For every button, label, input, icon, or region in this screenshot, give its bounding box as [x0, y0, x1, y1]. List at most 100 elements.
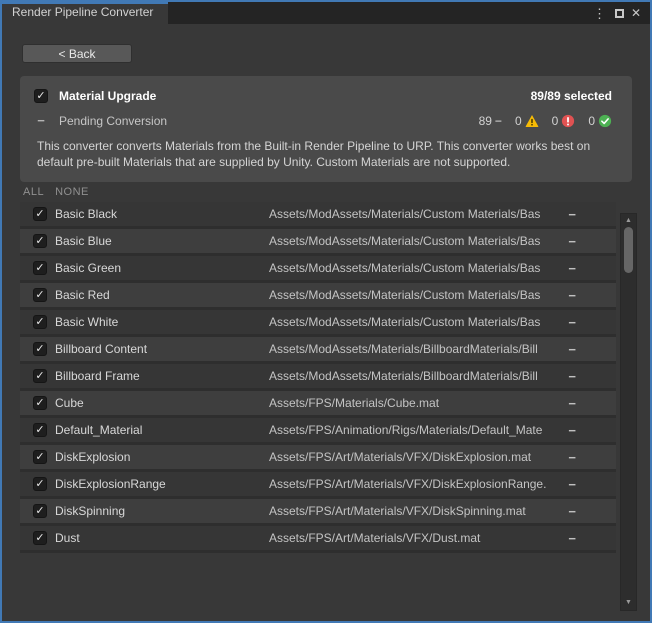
- material-name: Basic Blue: [55, 234, 269, 248]
- render-pipeline-converter-window: Render Pipeline Converter ⋮ ✕ < Back ✓ M…: [0, 0, 652, 623]
- material-name: Basic Green: [55, 261, 269, 275]
- material-checkbox[interactable]: ✓: [33, 423, 47, 437]
- material-row[interactable]: ✓ Dust Assets/FPS/Art/Materials/VFX/Dust…: [20, 526, 616, 553]
- material-name: Billboard Frame: [55, 369, 269, 383]
- material-row[interactable]: ✓ Billboard Frame Assets/ModAssets/Mater…: [20, 364, 616, 391]
- pending-count-group: 89 −: [479, 114, 502, 128]
- material-row[interactable]: ✓ DiskExplosionRange Assets/FPS/Art/Mate…: [20, 472, 616, 499]
- success-icon: [598, 114, 612, 128]
- warning-count-group: 0: [515, 114, 539, 128]
- success-count-group: 0: [588, 114, 612, 128]
- titlebar: Render Pipeline Converter ⋮ ✕: [2, 2, 650, 24]
- pending-conversion-label: Pending Conversion: [59, 114, 167, 128]
- material-status-icon: −: [568, 207, 576, 222]
- material-name: Default_Material: [55, 423, 269, 437]
- select-all-button[interactable]: ALL: [23, 186, 44, 198]
- scroll-up-icon[interactable]: ▲: [621, 216, 636, 226]
- material-row[interactable]: ✓ Basic Green Assets/ModAssets/Materials…: [20, 256, 616, 283]
- material-status-icon: −: [568, 396, 576, 411]
- material-name: Cube: [55, 396, 269, 410]
- material-checkbox[interactable]: ✓: [33, 315, 47, 329]
- material-status-icon: −: [568, 369, 576, 384]
- list-scrollbar[interactable]: ▲ ▼: [620, 213, 637, 611]
- scroll-down-icon[interactable]: ▼: [621, 598, 636, 608]
- material-checkbox[interactable]: ✓: [33, 531, 47, 545]
- material-row[interactable]: ✓ Billboard Content Assets/ModAssets/Mat…: [20, 337, 616, 364]
- material-row[interactable]: ✓ DiskSpinning Assets/FPS/Art/Materials/…: [20, 499, 616, 526]
- material-row[interactable]: ✓ Basic Red Assets/ModAssets/Materials/C…: [20, 283, 616, 310]
- error-icon: [561, 114, 575, 128]
- window-controls: ⋮ ✕: [591, 2, 650, 24]
- material-checkbox[interactable]: ✓: [33, 234, 47, 248]
- materials-list: ✓ Basic Black Assets/ModAssets/Materials…: [20, 202, 616, 553]
- material-checkbox[interactable]: ✓: [33, 396, 47, 410]
- pending-row: − Pending Conversion 89 − 0: [34, 113, 612, 128]
- list-controls: ALL NONE: [23, 186, 650, 198]
- material-row[interactable]: ✓ Basic Black Assets/ModAssets/Materials…: [20, 202, 616, 229]
- material-status-icon: −: [568, 423, 576, 438]
- success-count: 0: [588, 114, 595, 128]
- converter-name: Material Upgrade: [59, 89, 156, 103]
- maximize-icon[interactable]: [615, 9, 624, 18]
- window-menu-icon[interactable]: ⋮: [591, 7, 608, 20]
- pending-status-icon: −: [495, 114, 502, 128]
- material-status-icon: −: [568, 288, 576, 303]
- material-checkbox[interactable]: ✓: [33, 369, 47, 383]
- material-path: Assets/ModAssets/Materials/Custom Materi…: [269, 207, 568, 221]
- tab-render-pipeline-converter[interactable]: Render Pipeline Converter: [2, 2, 168, 24]
- material-path: Assets/ModAssets/Materials/Custom Materi…: [269, 315, 568, 329]
- material-name: DiskExplosion: [55, 450, 269, 464]
- error-count: 0: [552, 114, 559, 128]
- material-status-icon: −: [568, 450, 576, 465]
- material-name: Dust: [55, 531, 269, 545]
- pending-count: 89: [479, 114, 492, 128]
- material-checkbox[interactable]: ✓: [33, 504, 47, 518]
- material-path: Assets/FPS/Art/Materials/VFX/DiskSpinnin…: [269, 504, 568, 518]
- select-none-button[interactable]: NONE: [55, 186, 89, 198]
- material-status-icon: −: [568, 531, 576, 546]
- material-checkbox[interactable]: ✓: [33, 207, 47, 221]
- warning-icon: [525, 114, 539, 128]
- material-status-icon: −: [568, 504, 576, 519]
- titlebar-spacer: [168, 2, 591, 24]
- warning-count: 0: [515, 114, 522, 128]
- material-path: Assets/FPS/Art/Materials/VFX/Dust.mat: [269, 531, 568, 545]
- material-status-icon: −: [568, 261, 576, 276]
- material-row[interactable]: ✓ Default_Material Assets/FPS/Animation/…: [20, 418, 616, 445]
- error-count-group: 0: [552, 114, 576, 128]
- back-button[interactable]: < Back: [22, 44, 132, 63]
- pending-dash-icon: −: [34, 113, 48, 128]
- material-row[interactable]: ✓ Cube Assets/FPS/Materials/Cube.mat −: [20, 391, 616, 418]
- material-path: Assets/FPS/Art/Materials/VFX/DiskExplosi…: [269, 477, 568, 491]
- close-icon[interactable]: ✕: [631, 7, 641, 19]
- material-checkbox[interactable]: ✓: [33, 288, 47, 302]
- scrollbar-thumb[interactable]: [624, 227, 633, 273]
- status-counts: 89 − 0 0: [470, 114, 612, 128]
- material-path: Assets/ModAssets/Materials/Custom Materi…: [269, 288, 568, 302]
- material-path: Assets/FPS/Animation/Rigs/Materials/Defa…: [269, 423, 568, 437]
- material-checkbox[interactable]: ✓: [33, 450, 47, 464]
- material-status-icon: −: [568, 315, 576, 330]
- material-checkbox[interactable]: ✓: [33, 477, 47, 491]
- material-path: Assets/FPS/Materials/Cube.mat: [269, 396, 568, 410]
- material-name: DiskSpinning: [55, 504, 269, 518]
- selected-count-label: 89/89 selected: [531, 89, 612, 103]
- material-status-icon: −: [568, 342, 576, 357]
- material-row[interactable]: ✓ Basic White Assets/ModAssets/Materials…: [20, 310, 616, 337]
- material-path: Assets/ModAssets/Materials/BillboardMate…: [269, 342, 568, 356]
- material-path: Assets/ModAssets/Materials/Custom Materi…: [269, 261, 568, 275]
- converter-checkbox[interactable]: ✓: [34, 89, 48, 103]
- material-path: Assets/ModAssets/Materials/Custom Materi…: [269, 234, 568, 248]
- material-checkbox[interactable]: ✓: [33, 261, 47, 275]
- converter-header-row: ✓ Material Upgrade 89/89 selected: [34, 89, 612, 103]
- material-path: Assets/ModAssets/Materials/BillboardMate…: [269, 369, 568, 383]
- converter-description: This converter converts Materials from t…: [37, 138, 612, 170]
- material-status-icon: −: [568, 477, 576, 492]
- material-row[interactable]: ✓ DiskExplosion Assets/FPS/Art/Materials…: [20, 445, 616, 472]
- material-status-icon: −: [568, 234, 576, 249]
- material-row[interactable]: ✓ Basic Blue Assets/ModAssets/Materials/…: [20, 229, 616, 256]
- material-name: Basic Black: [55, 207, 269, 221]
- material-name: Billboard Content: [55, 342, 269, 356]
- converter-panel: ✓ Material Upgrade 89/89 selected − Pend…: [20, 76, 632, 182]
- material-checkbox[interactable]: ✓: [33, 342, 47, 356]
